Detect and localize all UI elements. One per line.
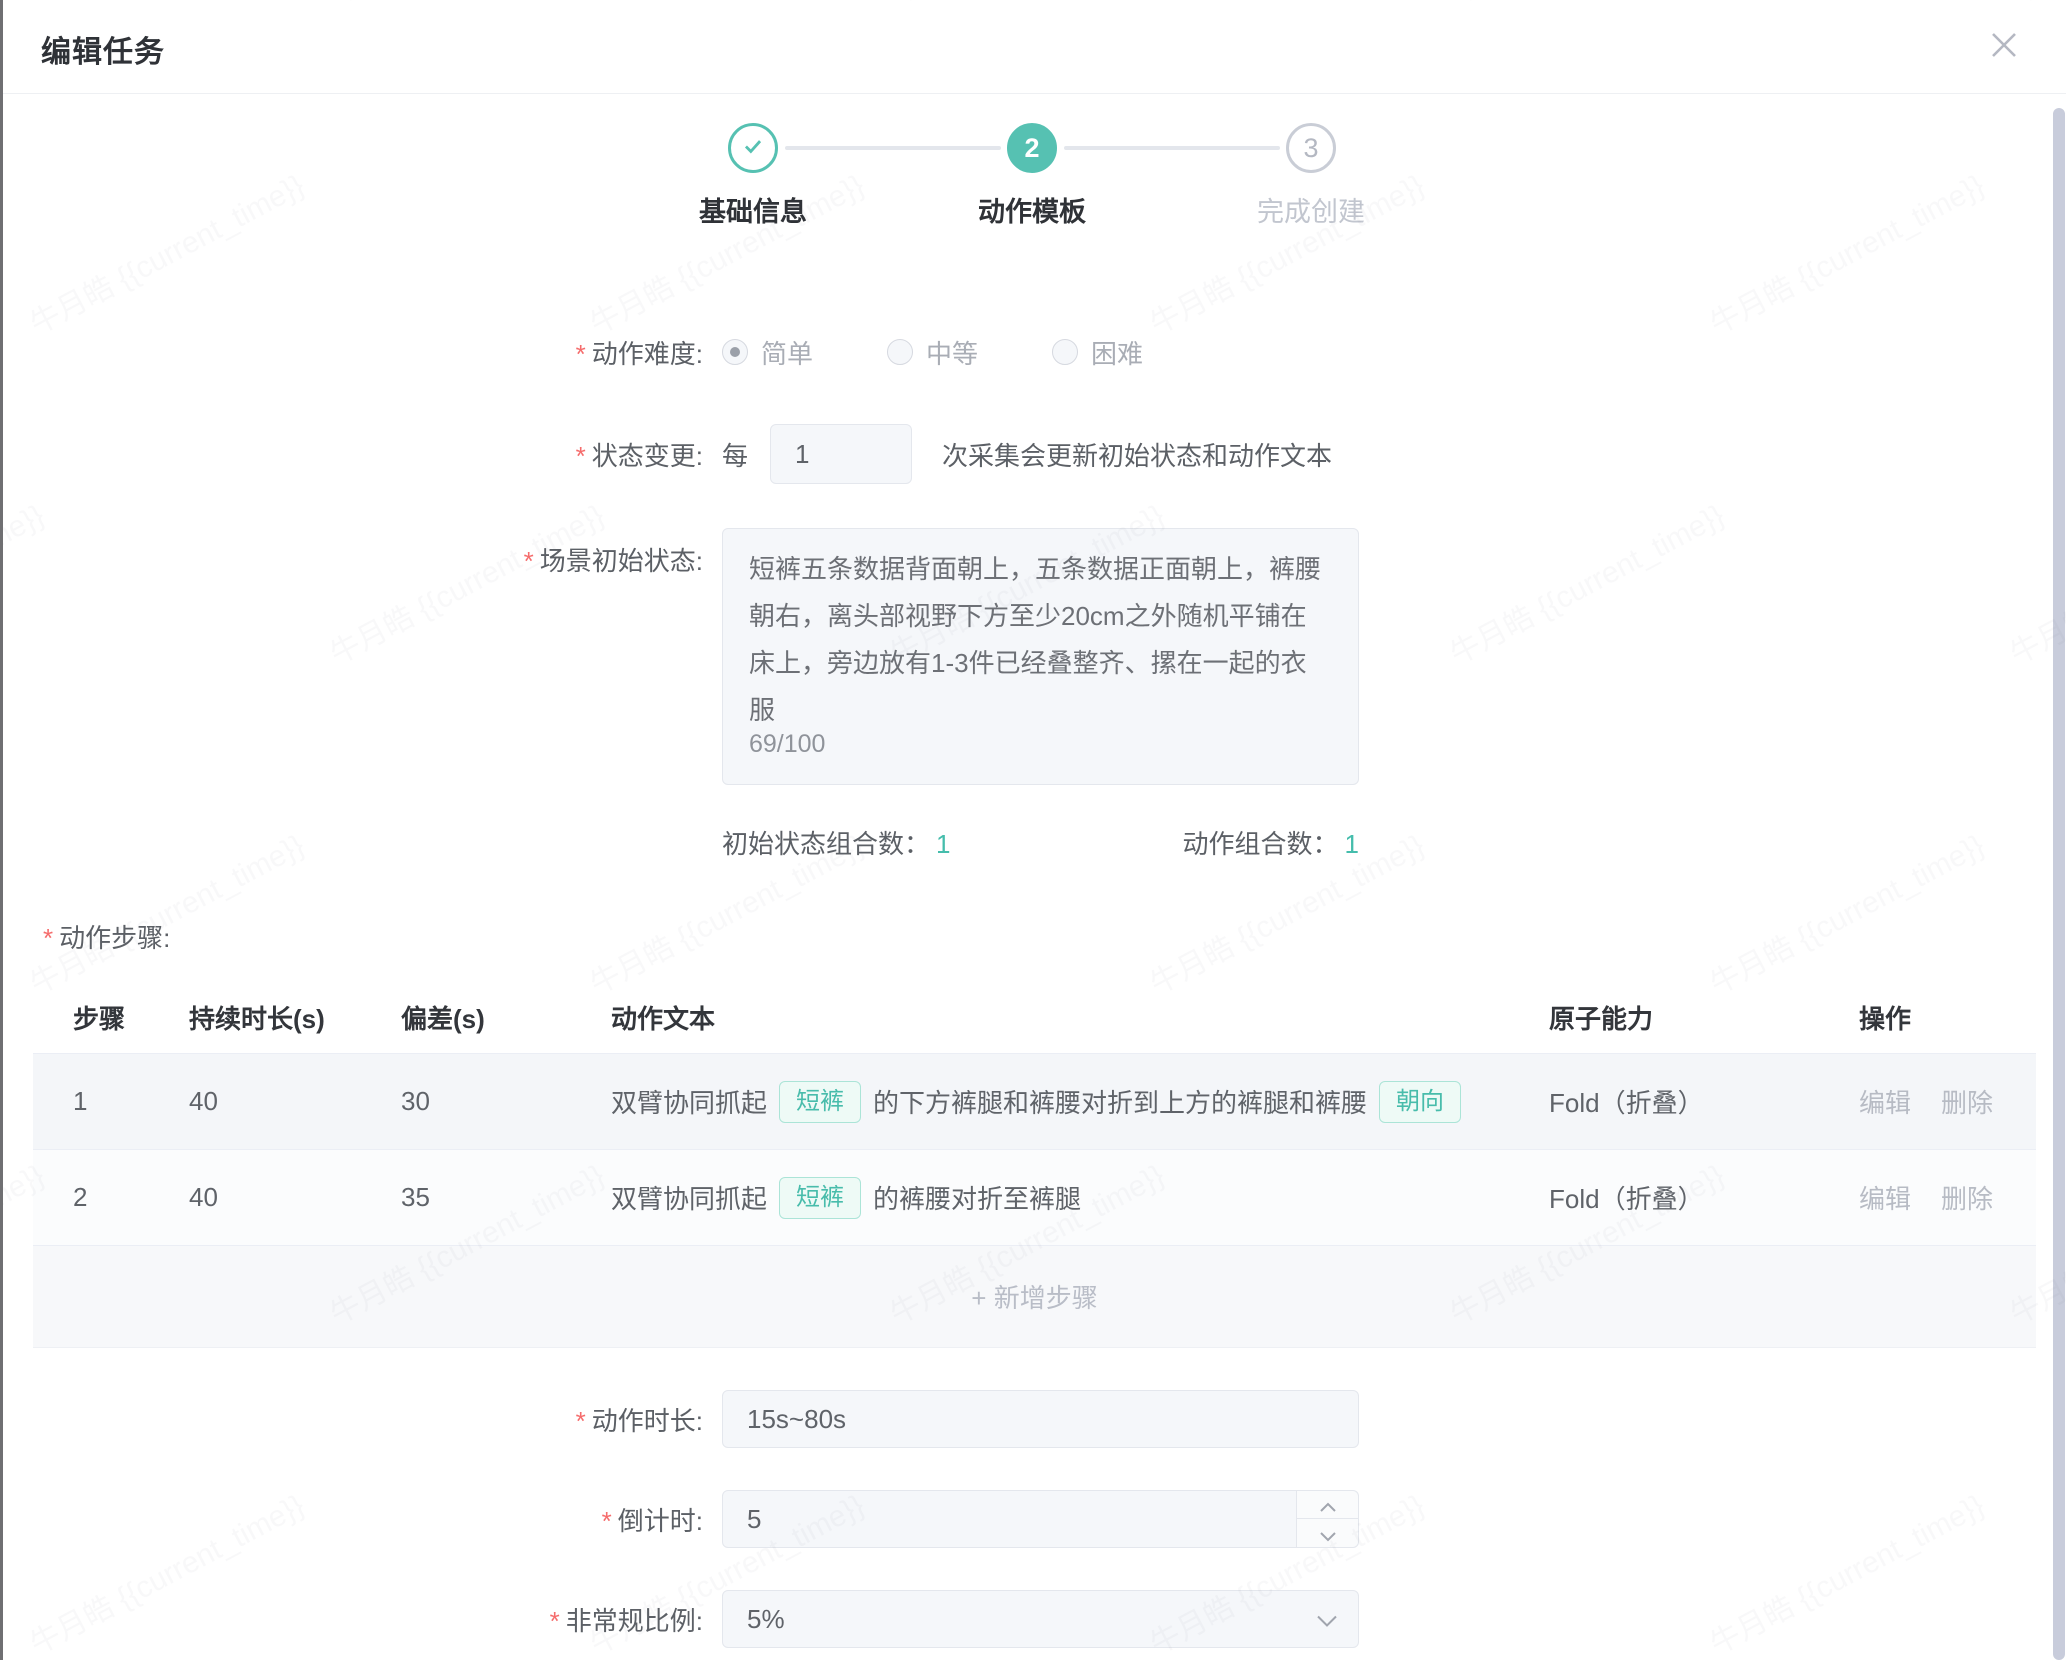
header-operations: 操作: [1859, 999, 2016, 1036]
cell-ability: Fold（折叠）: [1549, 1083, 1859, 1120]
state-change-row: *状态变更: 每 1 次采集会更新初始状态和动作文本: [3, 424, 2066, 484]
required-asterisk: *: [43, 923, 53, 953]
radio-icon: [887, 339, 913, 365]
add-step-button[interactable]: + 新增步骤: [33, 1246, 2036, 1348]
step-2-label: 动作模板: [978, 190, 1086, 229]
required-asterisk: *: [576, 1406, 586, 1436]
chevron-up-icon: [1319, 1489, 1337, 1520]
state-change-control: 每 1 次采集会更新初始状态和动作文本: [722, 424, 1332, 484]
table-body: 14030双臂协同抓起短裤的下方裤腿和裤腰对折到上方的裤腿和裤腰朝向Fold（折…: [33, 1054, 2036, 1246]
cell-step: 2: [73, 1182, 189, 1213]
duration-label: *动作时长:: [3, 1401, 703, 1438]
difficulty-row: *动作难度: 简单 中等 困难: [3, 334, 2066, 370]
step-2-circle[interactable]: 2: [1007, 123, 1057, 173]
modal-backdrop-edge: [0, 0, 3, 1660]
difficulty-radio-group: 简单 中等 困难: [722, 334, 1217, 371]
step-1-circle[interactable]: [728, 123, 778, 173]
edit-link[interactable]: 编辑: [1859, 1083, 1911, 1120]
table-header-row: 步骤 持续时长(s) 偏差(s) 动作文本 原子能力 操作: [33, 982, 2036, 1054]
cell-ability: Fold（折叠）: [1549, 1179, 1859, 1216]
radio-option-easy[interactable]: 简单: [722, 334, 813, 371]
cell-duration: 40: [189, 1182, 401, 1213]
delete-link[interactable]: 删除: [1941, 1179, 1993, 1216]
action-text-segment: 的下方裤腿和裤腰对折到上方的裤腿和裤腰: [873, 1083, 1367, 1120]
entity-tag: 短裤: [779, 1177, 861, 1219]
cell-action-text: 双臂协同抓起短裤的下方裤腿和裤腰对折到上方的裤腿和裤腰朝向: [611, 1081, 1549, 1123]
scene-initial-row: *场景初始状态: 短裤五条数据背面朝上，五条数据正面朝上，裤腰朝右，离头部视野下…: [3, 528, 2066, 785]
chevron-down-icon: [1316, 1604, 1338, 1635]
required-asterisk: *: [524, 546, 534, 576]
action-text-segment: 双臂协同抓起: [611, 1083, 767, 1120]
step-3-label: 完成创建: [1257, 190, 1365, 229]
cell-action-text: 双臂协同抓起短裤的裤腰对折至裤腿: [611, 1177, 1549, 1219]
unusual-ratio-row: *非常规比例: 5%: [3, 1590, 2066, 1648]
combos-row: 初始状态组合数：1 动作组合数：1: [3, 824, 2066, 860]
action-text-segment: 的裤腰对折至裤腿: [873, 1179, 1081, 1216]
step-connector: [785, 146, 1001, 150]
action-steps-table: 步骤 持续时长(s) 偏差(s) 动作文本 原子能力 操作 14030双臂协同抓…: [33, 982, 2036, 1348]
header-ability: 原子能力: [1549, 999, 1859, 1036]
vertical-scrollbar: [2051, 96, 2066, 1660]
spinner-down-button[interactable]: [1297, 1519, 1358, 1547]
spinner-up-button[interactable]: [1297, 1491, 1358, 1519]
wizard-stepper: 2 3 基础信息 动作模板 完成创建: [3, 0, 2066, 240]
countdown-input[interactable]: 5: [722, 1490, 1359, 1548]
initial-combo-value: 1: [936, 829, 950, 859]
required-asterisk: *: [576, 339, 586, 369]
required-asterisk: *: [576, 441, 586, 471]
cell-deviation: 30: [401, 1086, 611, 1117]
header-duration: 持续时长(s): [189, 999, 401, 1036]
action-text-segment: 双臂协同抓起: [611, 1179, 767, 1216]
duration-input[interactable]: 15s~80s: [722, 1390, 1359, 1448]
cell-operations: 编辑删除: [1859, 1179, 2016, 1216]
number-spinner: [1296, 1491, 1358, 1547]
radio-icon: [722, 339, 748, 365]
step-1-label: 基础信息: [699, 190, 807, 229]
action-steps-section-label: *动作步骤:: [43, 918, 170, 955]
edit-link[interactable]: 编辑: [1859, 1179, 1911, 1216]
required-asterisk: *: [602, 1506, 612, 1536]
chevron-down-icon: [1319, 1518, 1337, 1549]
unusual-ratio-select[interactable]: 5%: [722, 1590, 1359, 1648]
action-combo-count: 动作组合数：1: [1183, 824, 1360, 861]
action-combo-value: 1: [1345, 829, 1359, 859]
edit-task-dialog: 编辑任务 2: [3, 0, 2066, 1660]
radio-icon: [1052, 339, 1078, 365]
page: 编辑任务 2: [0, 0, 2066, 1660]
radio-option-hard[interactable]: 困难: [1052, 334, 1143, 371]
state-change-label: *状态变更:: [3, 436, 703, 473]
table-row: 24035双臂协同抓起短裤的裤腰对折至裤腿Fold（折叠）编辑删除: [33, 1150, 2036, 1246]
countdown-row: *倒计时: 5: [3, 1490, 2066, 1548]
cell-deviation: 35: [401, 1182, 611, 1213]
step-number: 2: [1024, 133, 1039, 164]
step-3-circle[interactable]: 3: [1286, 123, 1336, 173]
initial-combo-count: 初始状态组合数：1: [722, 824, 951, 861]
required-asterisk: *: [550, 1606, 560, 1636]
char-counter: 69/100: [749, 721, 825, 768]
check-icon: [740, 133, 766, 164]
entity-tag: 短裤: [779, 1081, 861, 1123]
header-deviation: 偏差(s): [401, 999, 611, 1036]
countdown-label: *倒计时:: [3, 1501, 703, 1538]
scrollbar-thumb[interactable]: [2053, 108, 2065, 1660]
cell-duration: 40: [189, 1086, 401, 1117]
unusual-ratio-label: *非常规比例:: [3, 1601, 703, 1638]
cell-operations: 编辑删除: [1859, 1083, 2016, 1120]
cell-step: 1: [73, 1086, 189, 1117]
radio-option-medium[interactable]: 中等: [887, 334, 978, 371]
header-step: 步骤: [73, 999, 189, 1036]
state-change-input[interactable]: 1: [770, 424, 912, 484]
entity-tag: 朝向: [1379, 1081, 1461, 1123]
state-change-suffix: 次采集会更新初始状态和动作文本: [942, 436, 1332, 473]
scene-initial-textarea[interactable]: 短裤五条数据背面朝上，五条数据正面朝上，裤腰朝右，离头部视野下方至少20cm之外…: [722, 528, 1359, 785]
step-number: 3: [1303, 133, 1318, 164]
difficulty-label: *动作难度:: [3, 334, 703, 371]
table-row: 14030双臂协同抓起短裤的下方裤腿和裤腰对折到上方的裤腿和裤腰朝向Fold（折…: [33, 1054, 2036, 1150]
step-connector: [1064, 146, 1280, 150]
header-action-text: 动作文本: [611, 999, 1549, 1036]
scene-initial-label: *场景初始状态:: [3, 528, 703, 578]
duration-row: *动作时长: 15s~80s: [3, 1390, 2066, 1448]
state-change-prefix: 每: [722, 436, 748, 473]
delete-link[interactable]: 删除: [1941, 1083, 1993, 1120]
